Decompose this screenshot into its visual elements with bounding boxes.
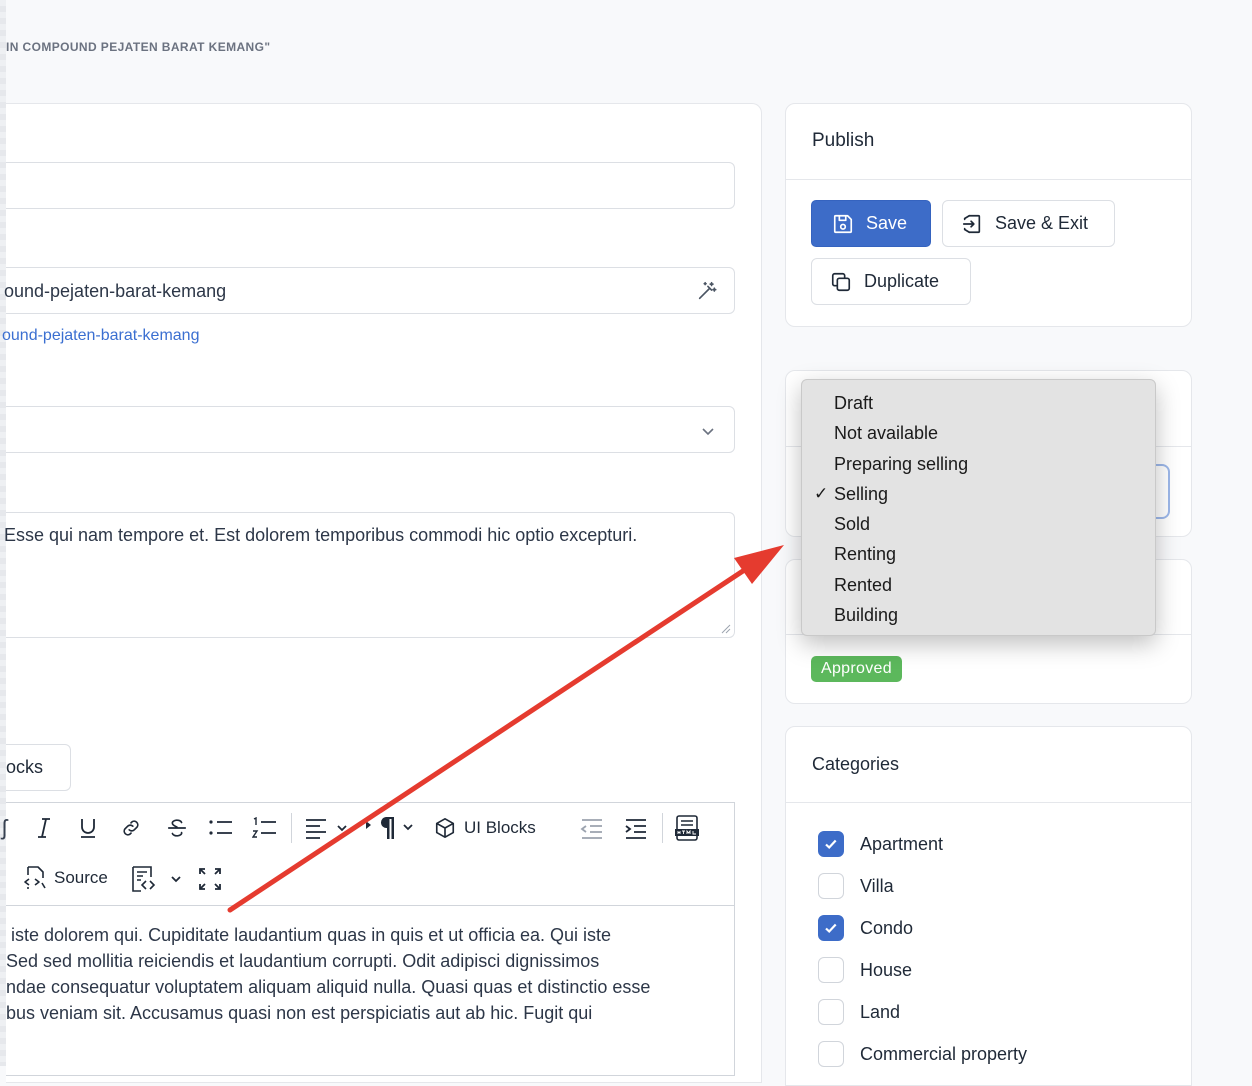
category-label: Commercial property <box>860 1043 1028 1064</box>
status-dropdown-menu: Draft Not available Preparing selling ✓ S… <box>801 379 1156 636</box>
exit-door-icon <box>962 214 981 233</box>
underline-icon[interactable] <box>78 817 98 839</box>
status-option-not-available[interactable]: Not available <box>802 418 1155 448</box>
resize-handle-icon[interactable] <box>721 624 731 634</box>
status-option-sold[interactable]: Sold <box>802 509 1155 539</box>
editor-toolbar: ʃ UI Blocks Source <box>2 802 735 906</box>
status-option-draft[interactable]: Draft <box>802 388 1155 418</box>
category-villa[interactable]: Villa <box>818 873 894 899</box>
bulleted-list-icon[interactable] <box>208 817 234 839</box>
save-button[interactable]: Save <box>811 200 931 247</box>
floppy-disk-icon <box>833 214 853 233</box>
checkmark-icon <box>825 839 837 850</box>
save-label: Save <box>866 213 908 233</box>
categories-title: Categories <box>812 754 900 774</box>
checkmark-icon <box>825 923 837 934</box>
checkbox-unchecked[interactable] <box>818 999 844 1025</box>
source-label: Source <box>54 868 108 887</box>
ui-blocks-label: UI Blocks <box>464 818 536 837</box>
option-label: Rented <box>834 574 893 595</box>
checkmark-icon: ✓ <box>814 483 829 503</box>
numbered-list-icon[interactable] <box>252 817 278 839</box>
category-label: Condo <box>860 917 914 938</box>
strikethrough-icon[interactable] <box>166 817 188 839</box>
option-label: Renting <box>834 544 897 565</box>
status-option-rented[interactable]: Rented <box>802 570 1155 600</box>
page-heading: IN COMPOUND PEJATEN BARAT KEMANG" <box>6 40 271 54</box>
ui-blocks-button[interactable]: UI Blocks <box>434 817 536 839</box>
category-label: Land <box>860 1001 901 1022</box>
save-exit-label: Save & Exit <box>995 213 1089 233</box>
outdent-icon[interactable] <box>580 817 604 839</box>
description-textarea[interactable]: Esse qui nam tempore et. Est dolorem tem… <box>4 512 735 638</box>
status-option-building[interactable]: Building <box>802 600 1155 630</box>
description-text: Esse qui nam tempore et. Est dolorem tem… <box>4 525 638 545</box>
permalink-value: ound-pejaten-barat-kemang <box>4 281 227 301</box>
fullscreen-icon[interactable] <box>198 867 222 891</box>
align-icon[interactable] <box>304 817 352 839</box>
option-label: Not available <box>834 423 939 444</box>
source-code-icon <box>24 866 46 889</box>
source-button[interactable]: Source <box>22 865 108 891</box>
option-label: Building <box>834 605 899 626</box>
permalink-preview-link[interactable]: ound-pejaten-barat-kemang <box>2 327 199 345</box>
checkbox-unchecked[interactable] <box>818 1041 844 1067</box>
option-label: Sold <box>834 514 871 535</box>
show-blocks-label: ocks <box>6 757 44 777</box>
approved-badge: Approved <box>811 656 902 682</box>
category-land[interactable]: Land <box>818 999 900 1025</box>
category-apartment[interactable]: Apartment <box>818 831 943 857</box>
option-label: Draft <box>834 393 874 413</box>
bold-icon[interactable]: ʃ <box>2 815 7 841</box>
italic-icon[interactable] <box>34 817 54 839</box>
permalink-input[interactable]: ound-pejaten-barat-kemang <box>4 267 735 314</box>
editor-line: andae consequatur voluptatem aliquam ali… <box>6 977 651 997</box>
save-exit-button[interactable]: Save & Exit <box>942 200 1115 247</box>
cube-icon <box>435 818 455 838</box>
indent-icon[interactable] <box>624 817 648 839</box>
checkbox-unchecked[interactable] <box>818 873 844 899</box>
name-input[interactable] <box>6 162 735 209</box>
category-commercial-property[interactable]: Commercial property <box>818 1041 1027 1067</box>
categories-card: Categories <box>785 726 1192 1086</box>
duplicate-button[interactable]: Duplicate <box>811 258 971 305</box>
magic-wand-icon[interactable] <box>696 280 718 302</box>
copy-icon <box>831 272 851 291</box>
category-label: Villa <box>860 875 894 896</box>
category-label: House <box>860 959 913 980</box>
status-option-selling[interactable]: ✓ Selling <box>802 479 1155 509</box>
checkbox-unchecked[interactable] <box>818 957 844 983</box>
paragraph-icon[interactable] <box>366 815 418 841</box>
category-house[interactable]: House <box>818 957 912 983</box>
show-blocks-icon[interactable] <box>130 865 186 893</box>
editor-line: . Sed sed mollitia reiciendis et laudant… <box>6 951 600 971</box>
toolbar-separator <box>662 813 663 843</box>
editor-line: ribus veniam sit. Accusamus quasi non es… <box>6 1003 593 1023</box>
checkbox-checked[interactable] <box>818 915 844 941</box>
toolbar-separator <box>291 813 292 843</box>
publish-title: Publish <box>812 130 875 151</box>
link-icon[interactable] <box>120 817 142 839</box>
category-condo[interactable]: Condo <box>818 915 913 941</box>
option-label: Preparing selling <box>834 453 969 474</box>
category-label: Apartment <box>860 833 944 854</box>
html-embed-icon[interactable] <box>674 815 700 841</box>
show-blocks-button[interactable]: ocks <box>6 744 71 791</box>
editor-line: o iste dolorem qui. Cupiditate laudantiu… <box>6 925 612 945</box>
status-option-renting[interactable]: Renting <box>802 539 1155 569</box>
chevron-down-icon <box>702 428 714 436</box>
duplicate-label: Duplicate <box>864 271 940 291</box>
rich-text-editor[interactable]: o iste dolorem qui. Cupiditate laudantiu… <box>6 906 735 1076</box>
select-field[interactable] <box>6 406 735 453</box>
option-label: Selling <box>834 483 889 504</box>
status-option-preparing-selling[interactable]: Preparing selling <box>802 449 1155 479</box>
card-divider <box>786 802 1191 803</box>
card-divider <box>786 179 1191 180</box>
checkbox-checked[interactable] <box>818 831 844 857</box>
